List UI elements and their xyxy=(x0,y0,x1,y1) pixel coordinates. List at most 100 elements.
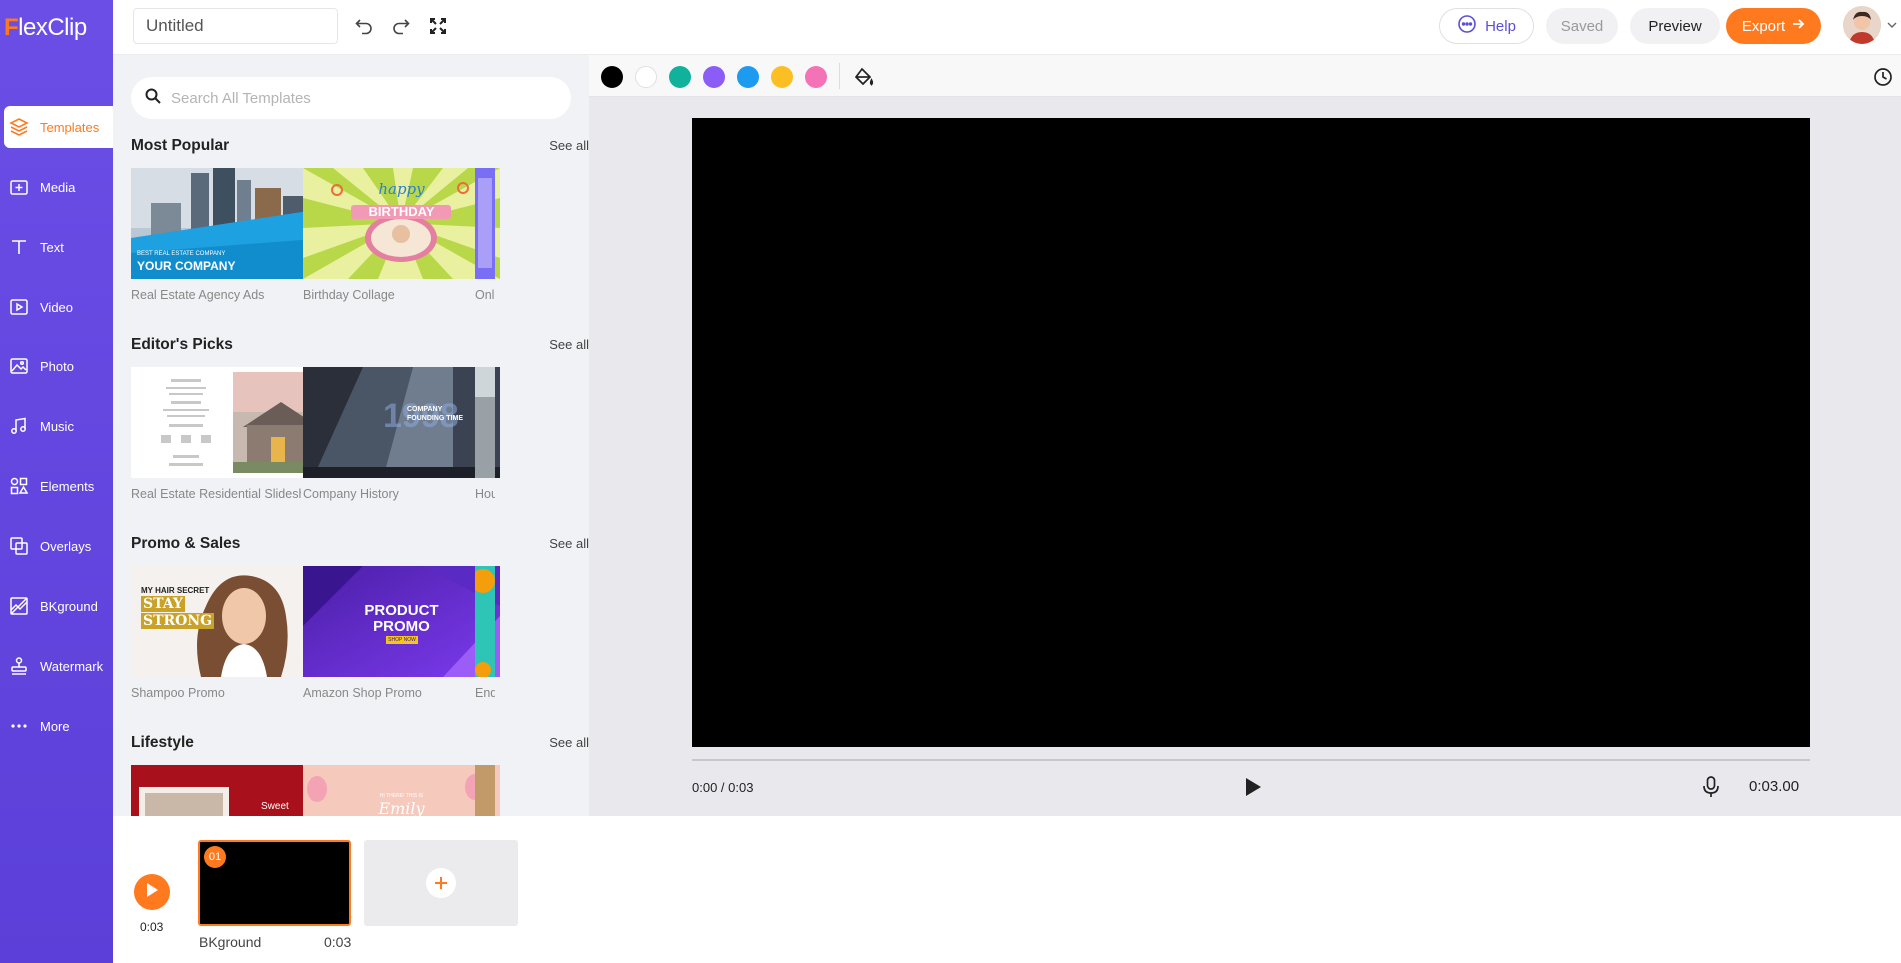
thumb-headline: PROMO xyxy=(373,618,430,635)
background-icon xyxy=(8,595,30,617)
sidebar-item-media[interactable]: Media xyxy=(0,166,113,208)
template-thumbnail[interactable]: PRODUCT PROMO SHOP NOW xyxy=(303,566,500,677)
template-thumbnail[interactable] xyxy=(475,168,495,279)
sidebar-item-bkground[interactable]: BKground xyxy=(0,585,113,627)
export-button[interactable]: Export xyxy=(1726,8,1821,44)
search-input[interactable] xyxy=(171,89,551,107)
layers-icon xyxy=(8,116,30,138)
timeline-play-button[interactable] xyxy=(134,874,170,910)
top-bar: Help Saved Preview Export xyxy=(113,0,1901,55)
sidebar-item-overlays[interactable]: Overlays xyxy=(0,525,113,567)
thumb-caption: COMPANY FOUNDING TIME xyxy=(407,406,463,422)
sidebar-item-label: More xyxy=(40,718,70,734)
template-thumbnail[interactable] xyxy=(475,566,495,677)
template-thumbnail[interactable]: BEST REAL ESTATE COMPANY YOUR COMPANY xyxy=(131,168,328,279)
sidebar-item-label: Media xyxy=(40,179,76,195)
export-label: Export xyxy=(1741,17,1786,35)
template-name: Real Estate Residential Slideshow xyxy=(131,487,301,501)
more-dots-icon xyxy=(8,715,30,737)
color-swatch-teal[interactable] xyxy=(669,66,691,88)
sidebar-item-text[interactable]: Text xyxy=(0,226,113,268)
section-title: Lifestyle xyxy=(131,734,194,751)
avatar[interactable] xyxy=(1843,6,1881,44)
preview-button[interactable]: Preview xyxy=(1630,8,1720,44)
template-thumbnail[interactable] xyxy=(475,765,495,816)
flexclip-logo[interactable]: FlexClip xyxy=(4,10,87,46)
timeline-total-time: 0:03 xyxy=(140,920,164,934)
image-icon xyxy=(8,355,30,377)
scene-thumbnail[interactable]: 01 xyxy=(198,840,351,926)
help-label: Help xyxy=(1485,17,1516,35)
media-plus-icon xyxy=(8,176,30,198)
section-title: Promo & Sales xyxy=(131,535,241,552)
sidebar-item-elements[interactable]: Elements xyxy=(0,465,113,507)
stamp-icon xyxy=(8,655,30,677)
section-editors-picks: Editor's Picks See all 1998 COMPANY FOUN… xyxy=(131,336,589,501)
add-scene-button[interactable] xyxy=(364,840,518,926)
undo-icon[interactable] xyxy=(352,14,376,38)
sidebar-item-templates[interactable]: Templates xyxy=(4,106,113,148)
sidebar-item-photo[interactable]: Photo xyxy=(0,345,113,387)
template-name: End xyxy=(475,686,495,700)
color-swatch-pink[interactable] xyxy=(805,66,827,88)
template-name: Onl xyxy=(475,288,495,302)
section-title: Most Popular xyxy=(131,137,230,154)
template-thumbnail[interactable]: 1998 COMPANY FOUNDING TIME xyxy=(303,367,500,478)
thumb-caption: happy xyxy=(378,180,425,198)
paint-bucket-icon[interactable] xyxy=(853,66,875,88)
scene-name: BKground xyxy=(199,934,262,950)
template-thumbnail[interactable] xyxy=(475,367,495,478)
sidebar-item-label: Photo xyxy=(40,358,74,374)
sidebar-item-label: Watermark xyxy=(40,658,104,674)
thumb-headline: STRONG xyxy=(141,613,215,629)
sidebar-item-video[interactable]: Video xyxy=(0,286,113,328)
see-all-link[interactable]: See all xyxy=(549,536,589,551)
help-button[interactable]: Help xyxy=(1439,8,1534,44)
template-thumbnail[interactable]: MY HAIR SECRET STAY STRONG xyxy=(131,566,328,677)
timeline: 0:03 01 BKground 0:03 xyxy=(113,816,1901,963)
section-lifestyle: Lifestyle See all Sweet HI THERE! THIS I… xyxy=(131,734,589,816)
sidebar-item-music[interactable]: Music xyxy=(0,405,113,447)
scene-duration: 0:03 xyxy=(324,934,352,950)
sidebar: FlexClip Templates Media Text Video Phot… xyxy=(0,0,113,963)
history-clock-icon[interactable] xyxy=(1873,67,1893,87)
color-swatch-yellow[interactable] xyxy=(771,66,793,88)
template-thumbnail[interactable]: HI THERE! THIS IS Emily xyxy=(303,765,500,816)
see-all-link[interactable]: See all xyxy=(549,337,589,352)
redo-icon[interactable] xyxy=(389,14,413,38)
logo-letter: F xyxy=(4,14,19,41)
search-icon xyxy=(145,88,161,109)
sidebar-item-watermark[interactable]: Watermark xyxy=(0,645,113,687)
section-title: Editor's Picks xyxy=(131,336,233,353)
duration-readout: 0:03.00 xyxy=(1749,778,1800,795)
microphone-icon[interactable] xyxy=(1701,775,1721,799)
thumb-tag: SHOP NOW xyxy=(386,636,418,644)
color-swatch-purple[interactable] xyxy=(703,66,725,88)
play-icon[interactable] xyxy=(1243,776,1263,798)
template-thumbnail[interactable]: Sweet xyxy=(131,765,328,816)
color-swatch-white[interactable] xyxy=(635,66,657,88)
thumb-caption: Sweet xyxy=(261,801,289,812)
see-all-link[interactable]: See all xyxy=(549,138,589,153)
color-swatch-blue[interactable] xyxy=(737,66,759,88)
project-title-input[interactable] xyxy=(133,8,338,44)
saved-status: Saved xyxy=(1546,8,1618,44)
video-canvas[interactable] xyxy=(692,118,1810,747)
stage-area: 0:00 / 0:03 0:03.00 xyxy=(589,55,1901,816)
templates-panel: Most Popular See all BEST REAL ESTATE CO… xyxy=(113,55,589,816)
chevron-down-icon[interactable] xyxy=(1886,18,1898,30)
search-bar[interactable] xyxy=(131,77,571,119)
sidebar-item-more[interactable]: More xyxy=(0,705,113,747)
fullscreen-icon[interactable] xyxy=(426,14,450,38)
overlays-icon xyxy=(8,535,30,557)
template-name: Real Estate Agency Ads xyxy=(131,288,265,302)
playback-progress-bar[interactable] xyxy=(692,759,1810,761)
sidebar-item-label: Templates xyxy=(40,119,100,135)
sidebar-item-label: BKground xyxy=(40,598,98,614)
thumb-headline: STAY xyxy=(141,596,185,612)
divider xyxy=(839,63,840,89)
template-thumbnail[interactable]: happy BIRTHDAY xyxy=(303,168,500,279)
color-swatch-black[interactable] xyxy=(601,66,623,88)
template-thumbnail[interactable] xyxy=(131,367,328,478)
see-all-link[interactable]: See all xyxy=(549,735,589,750)
